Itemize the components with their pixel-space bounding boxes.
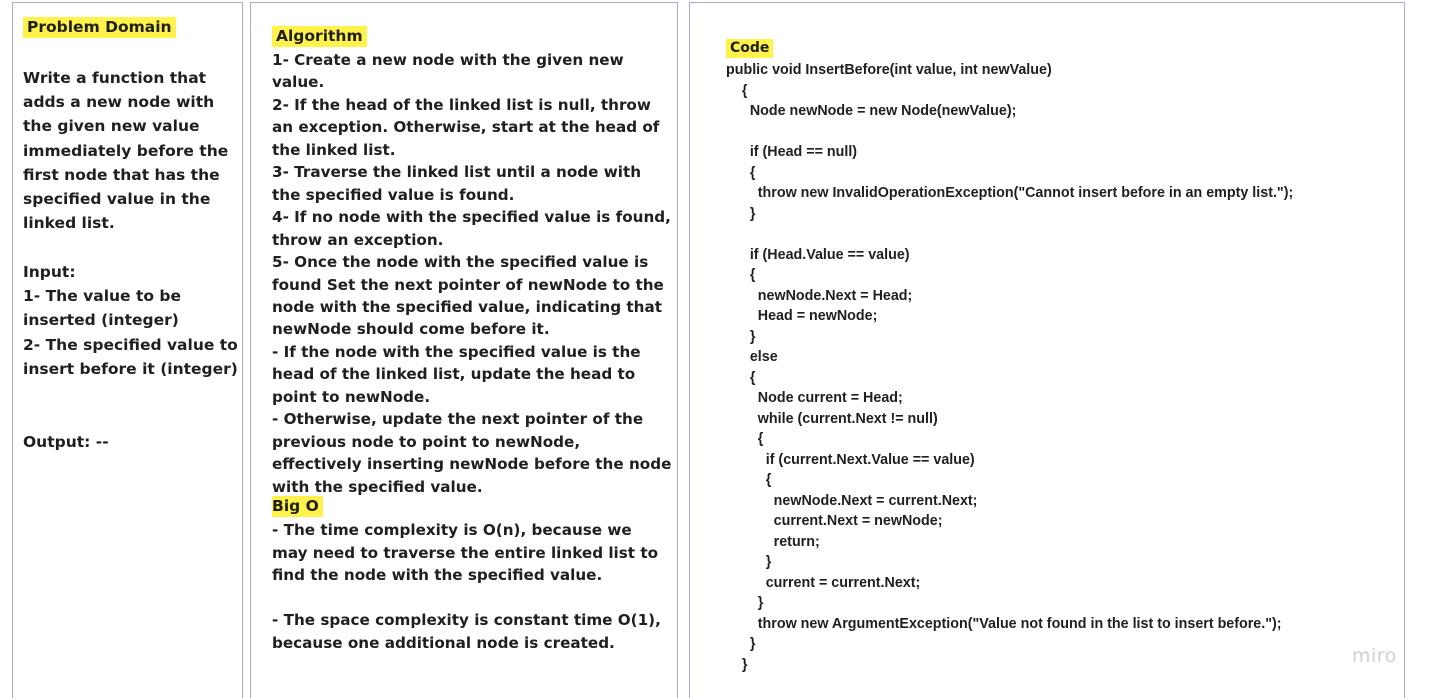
code-line: current = current.Next; (726, 574, 921, 591)
problem-output: Output: -- (23, 433, 109, 451)
code-line: { (726, 164, 756, 181)
big-o-heading: Big O (272, 496, 323, 517)
problem-input: Input: 1- The value to be inserted (inte… (23, 263, 238, 378)
code-line: newNode.Next = current.Next; (726, 492, 978, 509)
code-panel: Code public void InsertBefore(int value,… (689, 2, 1405, 698)
code-line: if (Head.Value == value) (726, 246, 910, 263)
problem-domain-heading: Problem Domain (23, 17, 176, 38)
miro-watermark: miro (1352, 645, 1397, 667)
problem-description: Write a function that adds a new node wi… (23, 69, 229, 233)
algorithm-steps: 1- Create a new node with the given new … (272, 51, 672, 496)
algorithm-panel: Algorithm 1- Create a new node with the … (250, 2, 678, 698)
code-line: } (726, 554, 772, 570)
problem-domain-panel: Problem Domain Write a function that add… (12, 2, 243, 698)
code-line: if (current.Next.Value == value) (726, 451, 975, 468)
code-line: { (726, 82, 748, 99)
code-line: newNode.Next = Head; (726, 287, 913, 304)
code-line: Node newNode = new Node(newValue); (726, 103, 1017, 119)
code-line: } (726, 595, 764, 611)
code-heading: Code (726, 39, 774, 58)
code-line: if (Head == null) (726, 144, 858, 160)
code-line: } (726, 636, 756, 652)
code-block: public void InsertBefore(int value, int … (726, 60, 1293, 675)
code-line: while (current.Next != null) (726, 410, 938, 427)
code-line: { (726, 431, 764, 447)
algorithm-heading: Algorithm (272, 26, 367, 47)
code-line: throw new InvalidOperationException("Can… (726, 185, 1294, 201)
code-line: } (726, 328, 756, 345)
code-line: Node current = Head; (726, 390, 903, 406)
code-line: else (726, 349, 778, 365)
code-line: { (726, 267, 756, 283)
code-line: return; (726, 533, 820, 550)
code-line: current.Next = newNode; (726, 513, 943, 529)
code-line: throw new ArgumentException("Value not f… (726, 615, 1282, 632)
code-line: { (726, 472, 772, 488)
code-line: } (726, 205, 756, 222)
code-line: } (726, 656, 748, 673)
code-line: { (726, 369, 756, 386)
big-o-text: - The time complexity is O(n), because w… (272, 521, 661, 652)
code-line: Head = newNode; (726, 308, 878, 324)
code-line: public void InsertBefore(int value, int … (726, 62, 1052, 78)
